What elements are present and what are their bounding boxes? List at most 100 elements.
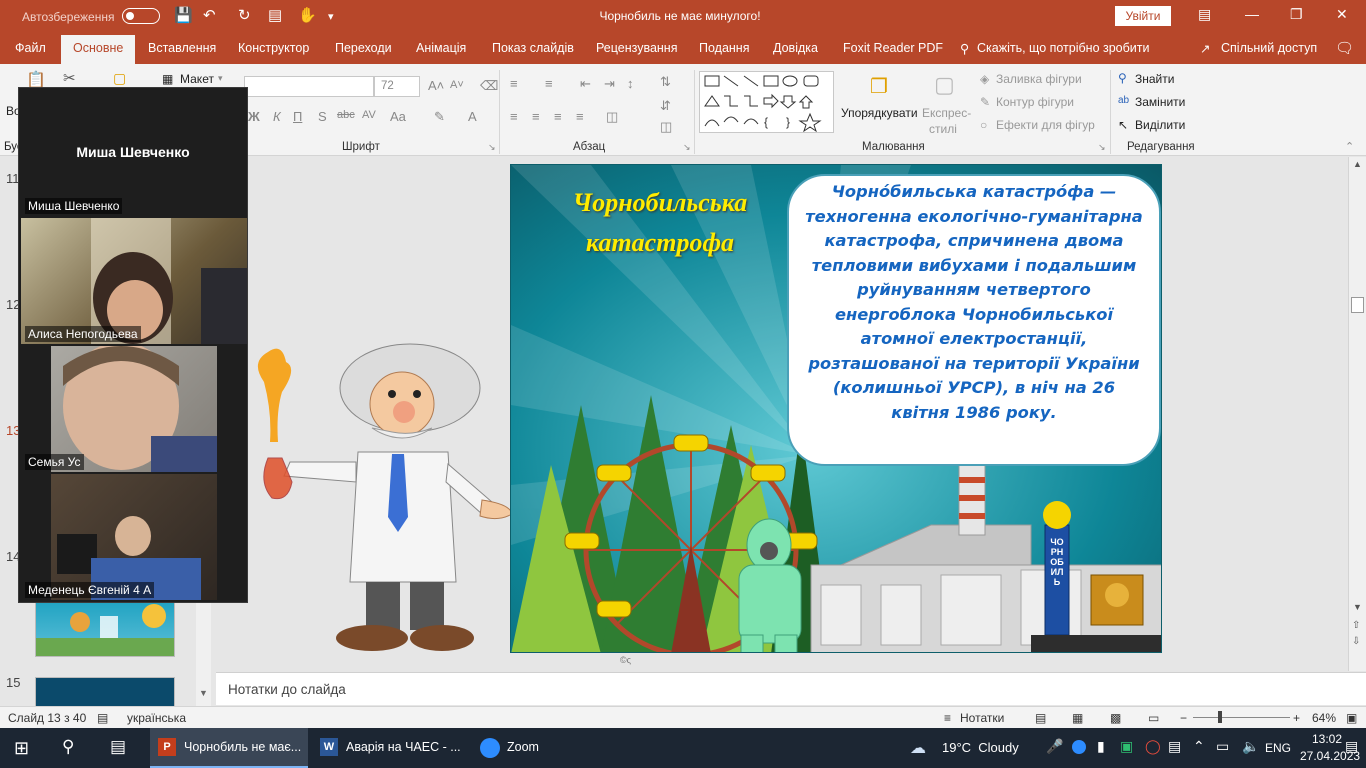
participant-tile-4[interactable]: Меденець Євгеній 4 А <box>21 474 247 600</box>
notes-pane[interactable]: Нотатки до слайда <box>216 672 1366 705</box>
notes-icon[interactable]: ≡ <box>944 711 951 725</box>
shape-fill-icon[interactable]: ◈ <box>980 72 989 86</box>
search-icon[interactable]: ⚲ <box>62 737 74 757</box>
tab-slideshow[interactable]: Показ слайдів <box>492 41 574 55</box>
numbering-icon[interactable]: ≡ <box>545 76 553 91</box>
scroll-down-icon[interactable]: ▼ <box>199 688 208 698</box>
close-icon[interactable]: ✕ <box>1336 6 1348 23</box>
quick-styles-button-2[interactable]: стилі <box>929 122 957 136</box>
ribbon-display-icon[interactable]: ▤ <box>1198 6 1211 23</box>
participant-tile-1[interactable]: Миша Шевченко <box>21 188 247 216</box>
tray-app2-icon[interactable]: ◯ <box>1145 738 1161 755</box>
input-language[interactable]: ENG <box>1265 741 1291 755</box>
slide-thumbnail-14[interactable] <box>35 595 175 657</box>
comments-icon[interactable]: 🗨 <box>1335 39 1354 57</box>
customize-toolbar-icon[interactable]: ▾ <box>328 10 334 23</box>
layout-dropdown-icon[interactable]: ▾ <box>218 73 223 84</box>
shape-outline-icon[interactable]: ✎ <box>980 95 990 109</box>
zoom-in-icon[interactable]: + <box>1293 711 1300 725</box>
shape-effects-icon[interactable]: ○ <box>980 118 987 132</box>
align-left-icon[interactable]: ≡ <box>510 109 518 124</box>
shape-outline-button[interactable]: Контур фігури <box>996 95 1074 109</box>
align-text-icon[interactable]: ⇵ <box>660 98 671 114</box>
shadow-icon[interactable]: S <box>318 109 327 124</box>
tab-file[interactable]: Файл <box>15 41 46 55</box>
underline-icon[interactable]: П <box>293 109 302 124</box>
slide-sorter-icon[interactable]: ▦ <box>1072 711 1083 725</box>
tab-review[interactable]: Рецензування <box>596 41 677 55</box>
next-slide-icon[interactable]: ⇩ <box>1352 636 1360 647</box>
collapse-ribbon-icon[interactable]: ⌃ <box>1345 140 1354 153</box>
slide-thumbnail-15[interactable] <box>35 677 175 707</box>
justify-icon[interactable]: ≡ <box>576 109 584 124</box>
align-center-icon[interactable]: ≡ <box>532 109 540 124</box>
sign-in-button[interactable]: Увійти <box>1115 6 1171 26</box>
volume-icon[interactable]: 🔈 <box>1242 738 1259 755</box>
shapes-gallery[interactable]: { } <box>699 71 834 133</box>
slide-scrollbar[interactable]: ▲ ▼ ⇧ ⇩ <box>1348 157 1366 671</box>
start-slideshow-icon[interactable]: ▤ <box>268 6 282 24</box>
slideshow-view-icon[interactable]: ▭ <box>1148 711 1159 725</box>
windows-start-icon[interactable]: ⊞ <box>14 738 29 759</box>
taskbar-item-zoom[interactable]: Zoom <box>474 728 564 768</box>
microphone-icon[interactable]: 🎤 <box>1046 738 1063 755</box>
bullets-icon[interactable]: ≡ <box>510 76 518 91</box>
smartart-icon[interactable]: ◫ <box>660 119 672 135</box>
slide-canvas[interactable]: Чорнобильська катастрофа Чорно́бильська … <box>510 164 1162 653</box>
replace-icon[interactable]: ab <box>1118 95 1129 106</box>
zoom-out-icon[interactable]: − <box>1180 711 1187 725</box>
quick-styles-icon[interactable]: ▢ <box>934 72 955 98</box>
tab-animations[interactable]: Анімація <box>416 41 466 55</box>
font-color-icon[interactable]: A <box>468 109 477 124</box>
cut-icon[interactable]: ✂ <box>63 69 76 87</box>
tab-home[interactable]: Основне <box>61 35 136 64</box>
participant-tile-3[interactable]: Семья Ус <box>21 346 247 472</box>
strikethrough-icon[interactable]: abc <box>337 109 355 121</box>
taskbar-item-word[interactable]: W Аварія на ЧАЕС - ... <box>312 728 470 768</box>
spellcheck-icon[interactable]: ▤ <box>97 711 108 725</box>
tab-design[interactable]: Конструктор <box>238 41 309 55</box>
increase-indent-icon[interactable]: ⇥ <box>604 76 615 92</box>
zoom-level[interactable]: 64% <box>1312 711 1336 725</box>
share-button[interactable]: Спільний доступ <box>1221 41 1317 55</box>
arrange-icon[interactable]: ❐ <box>870 74 888 99</box>
find-button[interactable]: Знайти <box>1135 72 1174 86</box>
new-slide-icon[interactable]: ▢ <box>113 70 126 87</box>
italic-icon[interactable]: К <box>273 109 281 124</box>
drawing-dialog-icon[interactable]: ↘ <box>1098 142 1106 153</box>
task-view-icon[interactable]: ▤ <box>110 737 126 757</box>
autosave-toggle[interactable] <box>122 8 160 24</box>
decrease-indent-icon[interactable]: ⇤ <box>580 76 591 92</box>
zoom-gallery-panel[interactable]: Миша Шевченко Миша Шевченко Алиса Непого… <box>18 87 248 603</box>
restore-icon[interactable]: ❐ <box>1290 6 1303 23</box>
align-right-icon[interactable]: ≡ <box>554 109 562 124</box>
char-spacing-icon[interactable]: AV <box>362 109 376 121</box>
notes-toggle-button[interactable]: Нотатки <box>960 711 1004 725</box>
shape-fill-button[interactable]: Заливка фігури <box>996 72 1082 86</box>
display-icon[interactable]: ▭ <box>1216 738 1229 755</box>
fit-slide-icon[interactable]: ▣ <box>1346 711 1357 725</box>
scroll-down-icon[interactable]: ▼ <box>1353 602 1362 612</box>
shape-effects-button[interactable]: Ефекти для фігур <box>996 118 1095 132</box>
tab-insert[interactable]: Вставлення <box>148 41 216 55</box>
touch-mode-icon[interactable]: ✋ <box>298 6 317 24</box>
layout-button[interactable]: Макет <box>180 72 214 86</box>
network-icon[interactable]: ▤ <box>1168 738 1181 755</box>
clock-time[interactable]: 13:02 <box>1312 732 1342 746</box>
layout-icon[interactable]: ▦ <box>162 72 173 86</box>
zoom-tray-icon[interactable] <box>1072 740 1086 754</box>
font-size-box[interactable]: 72 <box>374 76 420 97</box>
paragraph-dialog-icon[interactable]: ↘ <box>683 142 691 153</box>
previous-slide-icon[interactable]: ⇧ <box>1352 620 1360 631</box>
scroll-thumb[interactable] <box>1351 297 1364 313</box>
change-case-icon[interactable]: Aa <box>390 109 406 124</box>
bold-icon[interactable]: Ж <box>248 109 260 124</box>
notifications-icon[interactable]: ▤ <box>1345 738 1358 755</box>
weather-text[interactable]: 19°C Cloudy <box>942 740 1019 755</box>
save-icon[interactable]: 💾 <box>174 6 193 24</box>
slide-text-box[interactable]: Чорно́бильська катастро́фа — техногенна … <box>787 174 1161 466</box>
battery-icon[interactable]: ▮ <box>1097 738 1105 755</box>
increase-font-icon[interactable]: A˄ <box>428 78 444 93</box>
share-icon[interactable]: ↗ <box>1200 41 1210 56</box>
replace-button[interactable]: Замінити <box>1135 95 1185 109</box>
